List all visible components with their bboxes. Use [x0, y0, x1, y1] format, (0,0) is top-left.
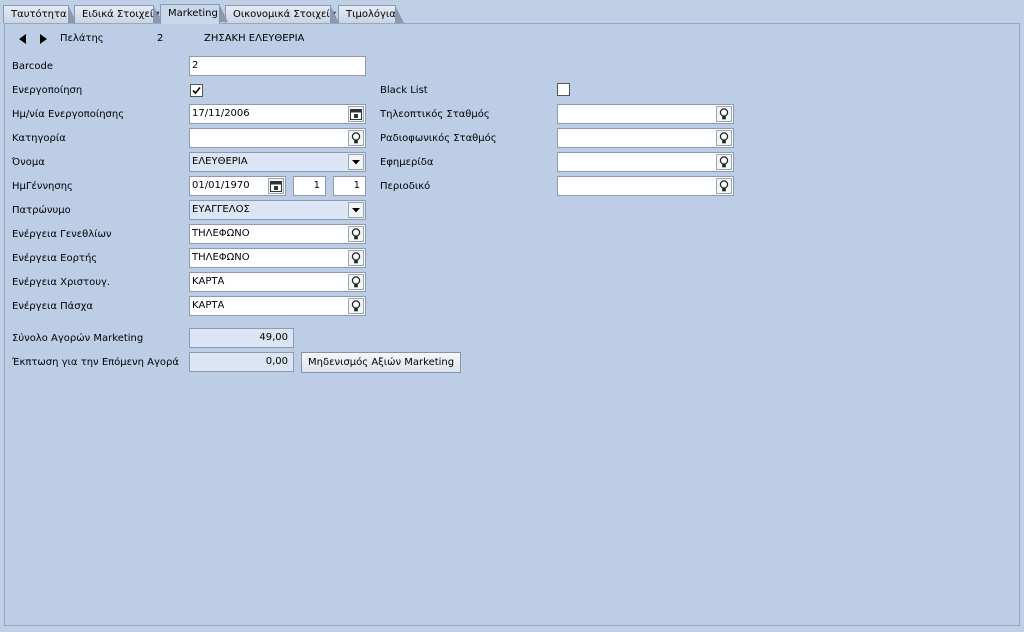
- barcode-value: 2: [192, 60, 199, 71]
- lightbulb-icon: [719, 180, 729, 192]
- calendar-button[interactable]: [348, 106, 364, 122]
- tab-bar: Ταυτότητα Ειδικά Στοιχεία Marketing Οικο…: [0, 0, 1024, 24]
- reset-marketing-button[interactable]: Μηδενισμός Αξιών Marketing: [301, 352, 462, 373]
- patronymic-label: Πατρώνυμο: [12, 205, 71, 216]
- tv-station-label: Τηλεοπτικός Σταθμός: [380, 109, 490, 120]
- magazine-label: Περιοδικό: [380, 181, 431, 192]
- category-label: Κατηγορία: [12, 133, 66, 144]
- dropdown-button[interactable]: [348, 154, 364, 170]
- birthday-action-value: ΤΗΛΕΦΩΝΟ: [192, 228, 250, 239]
- activation-date-field[interactable]: 17/11/2006: [189, 104, 366, 124]
- lookup-button[interactable]: [348, 274, 364, 290]
- activation-date-value: 17/11/2006: [192, 108, 250, 119]
- easter-action-field[interactable]: ΚΑΡΤΑ: [189, 296, 366, 316]
- birthday-action-field[interactable]: ΤΗΛΕΦΩΝΟ: [189, 224, 366, 244]
- calendar-button[interactable]: [268, 178, 284, 194]
- tab-financial-data[interactable]: Οικονομικά Στοιχεία: [225, 5, 339, 23]
- nameday-action-label: Ενέργεια Εορτής: [12, 253, 98, 264]
- birth-day-value: 1: [313, 180, 320, 191]
- name-select[interactable]: ΕΛΕΥΘΕΡΙΑ: [189, 152, 366, 172]
- calendar-icon: [270, 181, 282, 192]
- newspaper-field[interactable]: [557, 152, 734, 172]
- blacklist-label: Black List: [380, 85, 428, 96]
- patronymic-select[interactable]: ΕΥΑΓΓΕΛΟΣ: [189, 200, 366, 220]
- lightbulb-icon: [351, 228, 361, 240]
- discount-field: 0,00: [189, 352, 294, 372]
- tab-identity[interactable]: Ταυτότητα: [3, 5, 77, 23]
- lookup-button[interactable]: [348, 130, 364, 146]
- next-arrow-icon[interactable]: [40, 34, 47, 44]
- marketing-panel: [4, 23, 1020, 626]
- purchases-label: Σύνολο Αγορών Marketing: [12, 333, 144, 344]
- easter-action-value: ΚΑΡΤΑ: [192, 300, 225, 311]
- lookup-button[interactable]: [716, 178, 732, 194]
- lookup-button[interactable]: [716, 106, 732, 122]
- lookup-button[interactable]: [348, 298, 364, 314]
- lightbulb-icon: [351, 300, 361, 312]
- calendar-icon: [350, 109, 362, 120]
- birth-day-field[interactable]: 1: [293, 176, 326, 196]
- lightbulb-icon: [719, 108, 729, 120]
- discount-label: Έκπτωση για την Επόμενη Αγορά: [12, 357, 179, 368]
- prev-arrow-icon[interactable]: [19, 34, 26, 44]
- lightbulb-icon: [351, 276, 361, 288]
- radio-station-label: Ραδιοφωνικός Σταθμός: [380, 133, 497, 144]
- lookup-button[interactable]: [716, 154, 732, 170]
- name-label: Όνομα: [12, 157, 45, 168]
- category-field[interactable]: [189, 128, 366, 148]
- lightbulb-icon: [719, 132, 729, 144]
- newspaper-label: Εφημερίδα: [380, 157, 434, 168]
- dropdown-button[interactable]: [348, 202, 364, 218]
- blacklist-checkbox[interactable]: [557, 83, 570, 96]
- nameday-action-value: ΤΗΛΕΦΩΝΟ: [192, 252, 250, 263]
- lightbulb-icon: [719, 156, 729, 168]
- magazine-field[interactable]: [557, 176, 734, 196]
- christmas-action-label: Ενέργεια Χριστουγ.: [12, 277, 111, 288]
- purchases-total-field: 49,00: [189, 328, 294, 348]
- birth-month-value: 1: [353, 180, 360, 191]
- easter-action-label: Ενέργεια Πάσχα: [12, 301, 93, 312]
- activation-date-label: Ημ/νία Ενεργοποίησης: [12, 109, 125, 120]
- customer-name: ΖΗΣΑΚΗ ΕΛΕΥΘΕΡΙΑ: [204, 33, 305, 44]
- lookup-button[interactable]: [348, 226, 364, 242]
- tv-station-field[interactable]: [557, 104, 734, 124]
- lookup-button[interactable]: [348, 250, 364, 266]
- chevron-down-icon: [352, 208, 360, 213]
- patronymic-value: ΕΥΑΓΓΕΛΟΣ: [192, 204, 250, 215]
- birth-month-field[interactable]: 1: [333, 176, 366, 196]
- birthdate-field[interactable]: 01/01/1970: [189, 176, 286, 196]
- lightbulb-icon: [351, 252, 361, 264]
- radio-station-field[interactable]: [557, 128, 734, 148]
- activation-checkbox[interactable]: [190, 84, 203, 97]
- tab-special-data[interactable]: Ειδικά Στοιχεία: [74, 5, 162, 23]
- lookup-button[interactable]: [716, 130, 732, 146]
- barcode-field[interactable]: 2: [189, 56, 366, 76]
- discount-value: 0,00: [265, 356, 288, 367]
- tab-label: Οικονομικά Στοιχεία: [233, 9, 337, 20]
- tab-label: Marketing: [168, 8, 218, 19]
- navigator-label: Πελάτης: [60, 33, 104, 44]
- tab-label: Ειδικά Στοιχεία: [82, 9, 160, 20]
- chevron-down-icon: [352, 160, 360, 165]
- birthday-action-label: Ενέργεια Γενεθλίων: [12, 229, 112, 240]
- barcode-label: Barcode: [12, 61, 53, 72]
- tab-invoices[interactable]: Τιμολόγια: [338, 5, 404, 23]
- nameday-action-field[interactable]: ΤΗΛΕΦΩΝΟ: [189, 248, 366, 268]
- purchases-total-value: 49,00: [259, 332, 288, 343]
- checkmark-icon: [192, 86, 201, 95]
- activation-label: Ενεργοποίηση: [12, 85, 83, 96]
- christmas-action-field[interactable]: ΚΑΡΤΑ: [189, 272, 366, 292]
- birthdate-value: 01/01/1970: [192, 180, 250, 191]
- tab-marketing[interactable]: Marketing: [160, 4, 228, 24]
- birthdate-label: ΗμΓέννησης: [12, 181, 73, 192]
- lightbulb-icon: [351, 132, 361, 144]
- tab-label: Ταυτότητα: [11, 9, 67, 20]
- tab-label: Τιμολόγια: [346, 9, 396, 20]
- customer-id: 2: [157, 33, 164, 44]
- name-value: ΕΛΕΥΘΕΡΙΑ: [192, 156, 248, 167]
- christmas-action-value: ΚΑΡΤΑ: [192, 276, 225, 287]
